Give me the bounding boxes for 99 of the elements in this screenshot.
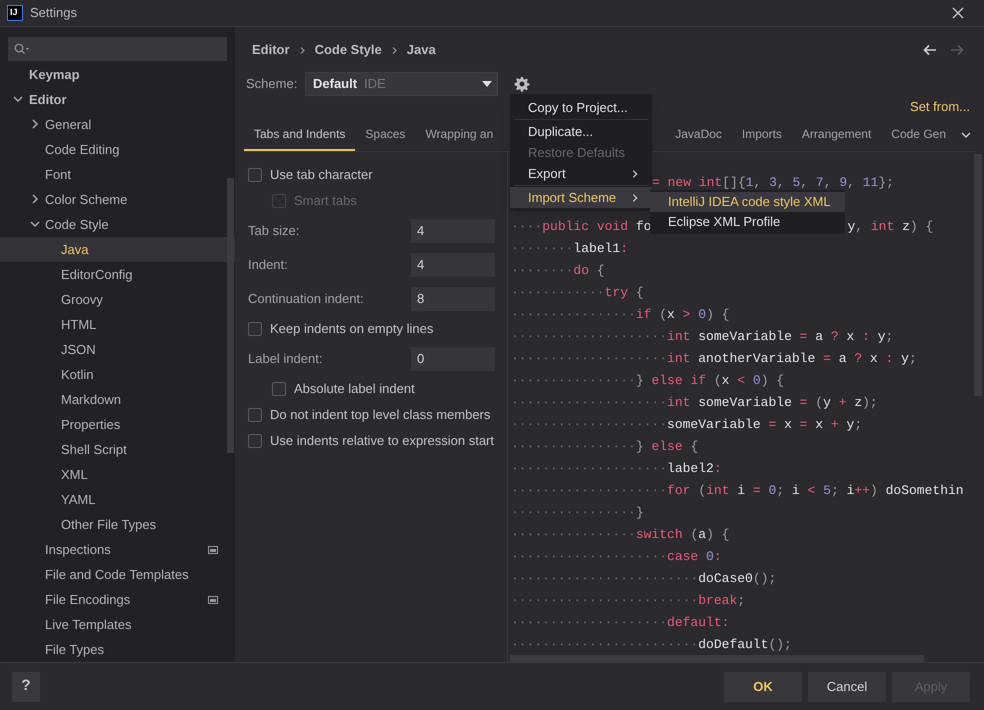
sidebar-item[interactable]: YAML <box>0 487 235 512</box>
menu-item[interactable]: Import Scheme <box>510 187 652 208</box>
checkbox[interactable] <box>248 168 262 182</box>
scheme-label: Scheme: <box>246 75 298 94</box>
code-line: ····················case 0: <box>511 548 722 566</box>
back-arrow-icon[interactable] <box>923 44 937 56</box>
checkbox[interactable] <box>248 434 262 448</box>
code-line: ····················int anotherVariable = a ? x : y; <box>511 350 917 368</box>
search-icon <box>14 43 30 55</box>
menu-item[interactable]: IntelliJ IDEA code style XML <box>650 192 845 212</box>
sidebar-item[interactable]: JSON <box>0 337 235 362</box>
number-field[interactable]: 0 <box>411 347 495 371</box>
code-line: ····················label2: <box>511 460 722 478</box>
caret-icon <box>482 81 492 87</box>
sidebar-item[interactable]: Kotlin <box>0 362 235 387</box>
checkbox-label: Use indents relative to expression start <box>270 432 494 450</box>
sidebar-item[interactable]: Shell Script <box>0 437 235 462</box>
breadcrumb-separator-icon <box>298 46 307 54</box>
code-line: ····················int someVariable = a ? x : y; <box>511 328 894 346</box>
sidebar-item[interactable]: Keymap <box>0 62 235 87</box>
tab[interactable]: JavaDoc <box>665 119 732 151</box>
ok-button[interactable]: OK <box>724 672 802 702</box>
window-title: Settings <box>30 4 77 22</box>
sidebar-item[interactable]: File Encodings <box>0 587 235 612</box>
breadcrumb-item[interactable]: Code Style <box>314 40 382 60</box>
sidebar-item[interactable]: Code Editing <box>0 137 235 162</box>
checkbox-label: Absolute label indent <box>294 380 415 398</box>
breadcrumb-separator-icon <box>390 46 399 54</box>
code-line: ························doDefault(); <box>511 636 792 654</box>
sidebar-item[interactable]: File and Code Templates <box>0 562 235 587</box>
code-line: ····················default: <box>511 614 730 632</box>
sidebar-item[interactable]: File Types <box>0 637 235 662</box>
sidebar-item[interactable]: Other File Types <box>0 512 235 537</box>
checkbox[interactable] <box>248 408 262 422</box>
search-field[interactable] <box>8 37 227 61</box>
chevron-right-icon <box>630 168 640 178</box>
code-line: ················} else { <box>511 438 698 456</box>
checkbox-label: Smart tabs <box>294 192 357 210</box>
tab[interactable]: Tabs and Indents <box>244 119 356 151</box>
code-line: ················switch (a) { <box>511 526 730 544</box>
set-from-link[interactable]: Set from... <box>910 97 970 117</box>
scheme-dropdown[interactable]: Default IDE <box>305 72 498 96</box>
code-line: ················if (x > 0) { <box>511 306 730 324</box>
sidebar-item[interactable]: Properties <box>0 412 235 437</box>
chevron-right-icon <box>630 192 640 202</box>
code-line: y, int z) { <box>847 218 934 236</box>
code-line: ························break; <box>511 592 746 610</box>
checkbox[interactable] <box>248 322 262 336</box>
sidebar-item[interactable]: HTML <box>0 312 235 337</box>
sidebar-item[interactable]: XML <box>0 462 235 487</box>
field-label: Indent: <box>248 256 289 274</box>
code-line: ············try { <box>511 284 644 302</box>
sidebar-item[interactable]: Markdown <box>0 387 235 412</box>
sidebar-item[interactable]: EditorConfig <box>0 262 235 287</box>
menu-item[interactable]: Duplicate... <box>510 121 652 142</box>
tab[interactable]: Arrangement <box>792 119 882 151</box>
code-line: ························doCase0(); <box>511 570 776 588</box>
sidebar-item[interactable]: Font <box>0 162 235 187</box>
field-label: Continuation indent: <box>248 290 365 308</box>
checkbox-label: Keep indents on empty lines <box>270 320 434 338</box>
menu-item[interactable]: Copy to Project... <box>510 97 652 118</box>
menu-item[interactable]: Export <box>510 163 652 184</box>
sidebar-item[interactable]: Code Style <box>0 212 235 237</box>
tab[interactable]: Wrapping an <box>415 119 504 151</box>
tab[interactable]: Spaces <box>355 119 416 151</box>
menu-item[interactable]: Eclipse XML Profile <box>650 212 845 232</box>
sidebar-item[interactable]: Editor <box>0 87 235 112</box>
code-line: ········label1: <box>511 240 628 258</box>
tab[interactable]: Imports <box>732 119 792 151</box>
sidebar-item[interactable]: General <box>0 112 235 137</box>
close-icon[interactable] <box>952 7 964 19</box>
app-logo: IJ <box>7 5 23 21</box>
sidebar-item[interactable]: Inspections <box>0 537 235 562</box>
code-line: ····················someVariable = x = x + y; <box>511 416 862 434</box>
checkbox[interactable] <box>272 382 286 396</box>
tab[interactable]: Code Gen <box>881 119 956 151</box>
breadcrumb-item: Java <box>406 41 436 60</box>
dialog-button[interactable]: Cancel <box>808 672 886 702</box>
code-line: ········do { <box>511 262 605 280</box>
code-line: ················} <box>511 504 644 522</box>
code-line: ····················for (int i = 0; i < 5; i++) doSomethin <box>511 482 964 500</box>
number-field[interactable]: 4 <box>411 253 495 277</box>
sidebar-item[interactable]: Java <box>0 237 235 262</box>
breadcrumb-item[interactable]: Editor <box>252 40 290 60</box>
sidebar-item[interactable]: Live Templates <box>0 612 235 637</box>
field-label: Label indent: <box>248 350 324 368</box>
sidebar-item[interactable]: Groovy <box>0 287 235 312</box>
number-field[interactable]: 4 <box>411 219 495 243</box>
number-field[interactable]: 8 <box>411 287 495 311</box>
scrollbar[interactable] <box>227 178 234 453</box>
help-button[interactable]: ? <box>12 672 40 702</box>
checkbox-label: Use tab character <box>270 166 373 184</box>
code-line: = new int[]{1, 3, 5, 7, 9, 11}; <box>652 174 894 192</box>
field-label: Tab size: <box>248 222 300 240</box>
gear-icon[interactable] <box>514 76 530 92</box>
code-line: ····················int someVariable = (y + z); <box>511 394 878 412</box>
checkbox-label: Do not indent top level class members <box>270 406 490 424</box>
code-line: ················} else if (x < 0) { <box>511 372 784 390</box>
sidebar-item[interactable]: Color Scheme <box>0 187 235 212</box>
